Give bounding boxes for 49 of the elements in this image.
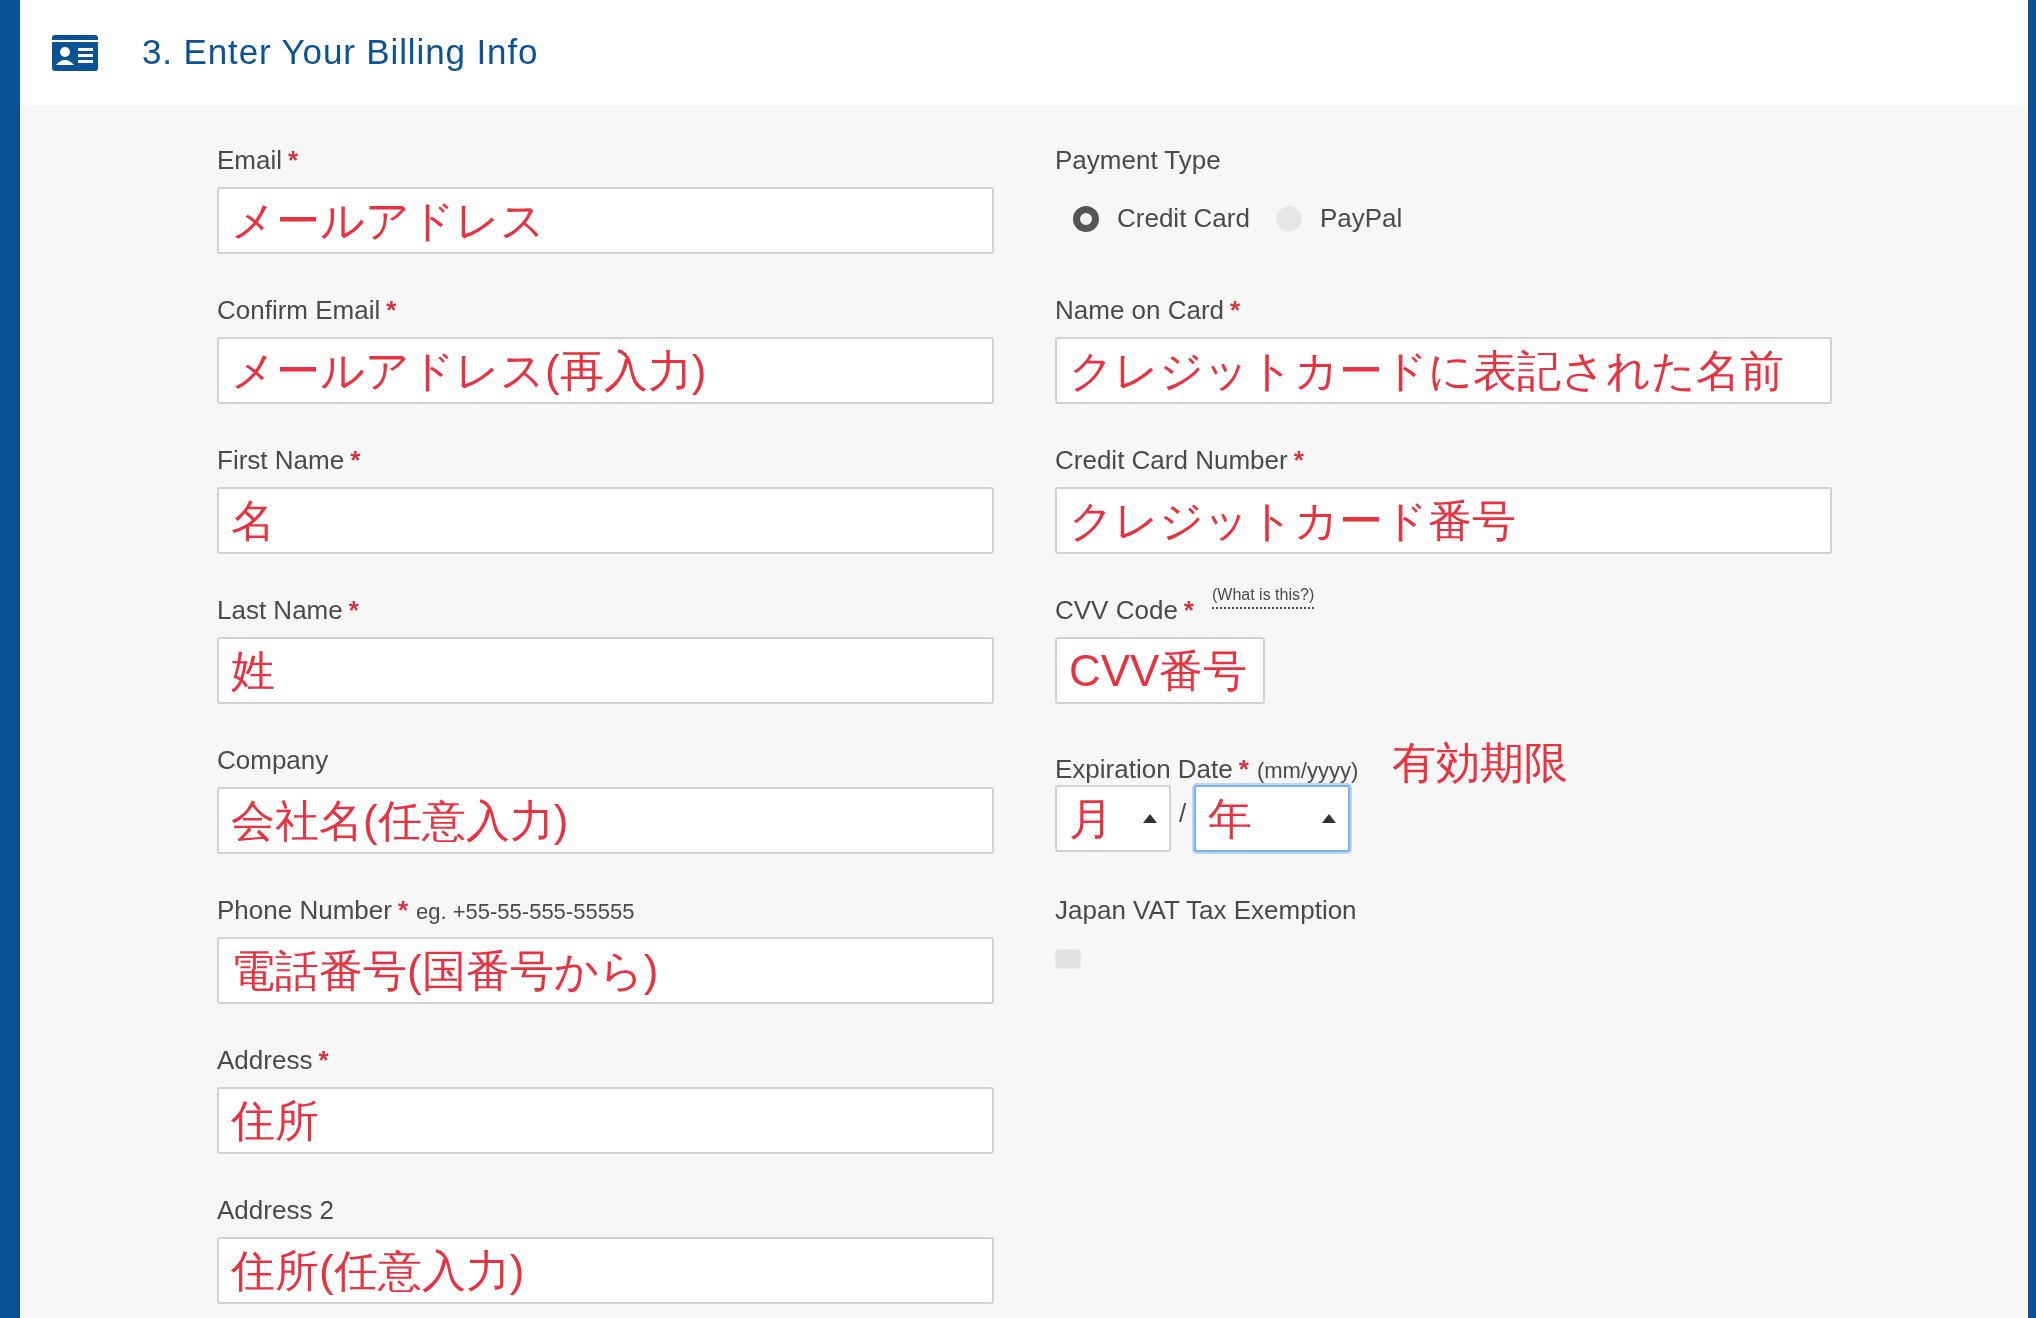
- required-asterisk: *: [1230, 294, 1241, 327]
- field-label: Payment Type: [1055, 144, 1222, 177]
- section-title: 3. Enter Your Billing Info: [142, 31, 539, 74]
- input-field[interactable]: 名: [217, 487, 994, 554]
- input-field[interactable]: クレジットカードに表記された名前: [1055, 337, 1832, 404]
- field-label: Email: [217, 144, 282, 177]
- input-field[interactable]: CVV番号: [1055, 637, 1265, 704]
- select-field[interactable]: 年: [1194, 785, 1351, 852]
- radio-label[interactable]: PayPal: [1319, 199, 1403, 238]
- id-card-icon: [52, 34, 98, 71]
- field-label: Last Name: [217, 594, 343, 627]
- field-label: Japan VAT Tax Exemption: [1055, 894, 1358, 927]
- input-field[interactable]: 住所: [217, 1087, 994, 1154]
- input-field[interactable]: メールアドレス(再入力): [217, 337, 994, 404]
- radio-button[interactable]: [1073, 205, 1099, 232]
- field-label: First Name: [217, 444, 345, 477]
- field-label: Address 2: [217, 1194, 335, 1227]
- required-asterisk: *: [1293, 444, 1304, 477]
- format-hint: (mm/yyyy): [1256, 757, 1359, 785]
- required-asterisk: *: [348, 594, 359, 627]
- input-field[interactable]: クレジットカード番号: [1055, 487, 1832, 554]
- field-label: Phone Number: [217, 894, 392, 927]
- field-label: Address: [217, 1044, 313, 1077]
- input-field[interactable]: 会社名(任意入力): [217, 787, 994, 854]
- required-asterisk: *: [318, 1044, 329, 1077]
- date-separator: /: [1179, 797, 1187, 830]
- field-label: Confirm Email: [217, 294, 381, 327]
- annotation-text: 有効期限: [1392, 741, 1569, 785]
- required-asterisk: *: [397, 894, 408, 927]
- input-field[interactable]: メールアドレス: [217, 187, 994, 254]
- help-link[interactable]: (What is this?): [1211, 583, 1315, 609]
- required-asterisk: *: [288, 144, 299, 177]
- required-asterisk: *: [1183, 594, 1194, 627]
- caret-up-icon: [1143, 814, 1157, 823]
- field-label: Company: [217, 744, 329, 777]
- field-label: Name on Card: [1055, 294, 1225, 327]
- required-asterisk: *: [386, 294, 397, 327]
- input-field[interactable]: 姓: [217, 637, 994, 704]
- required-asterisk: *: [350, 444, 361, 477]
- field-label: CVV Code: [1055, 594, 1178, 627]
- required-asterisk: *: [1238, 753, 1249, 786]
- caret-up-icon: [1322, 814, 1337, 823]
- select-field[interactable]: 月: [1055, 785, 1171, 852]
- field-label: Credit Card Number: [1055, 444, 1288, 477]
- field-label: Expiration Date: [1055, 753, 1233, 786]
- input-field[interactable]: 住所(任意入力): [217, 1237, 994, 1304]
- input-field[interactable]: 電話番号(国番号から): [217, 937, 994, 1004]
- radio-label[interactable]: Credit Card: [1117, 199, 1250, 238]
- format-hint: eg. +55-55-555-55555: [416, 898, 635, 926]
